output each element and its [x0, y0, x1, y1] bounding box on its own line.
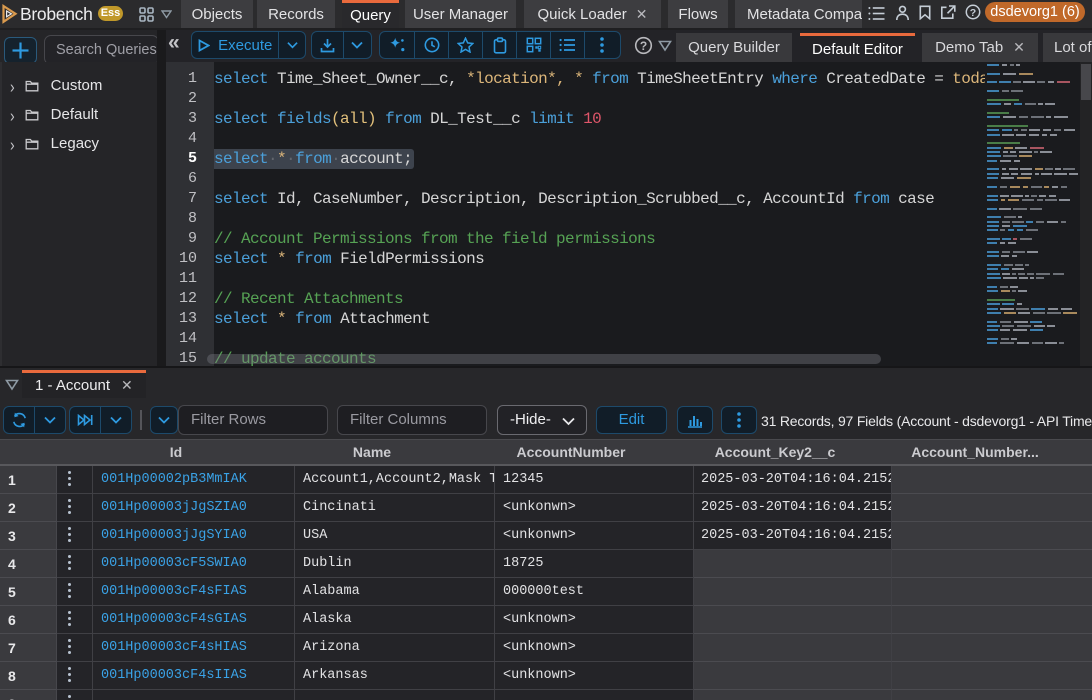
svg-text:?: ? — [970, 7, 976, 19]
svg-text:?: ? — [640, 39, 647, 53]
